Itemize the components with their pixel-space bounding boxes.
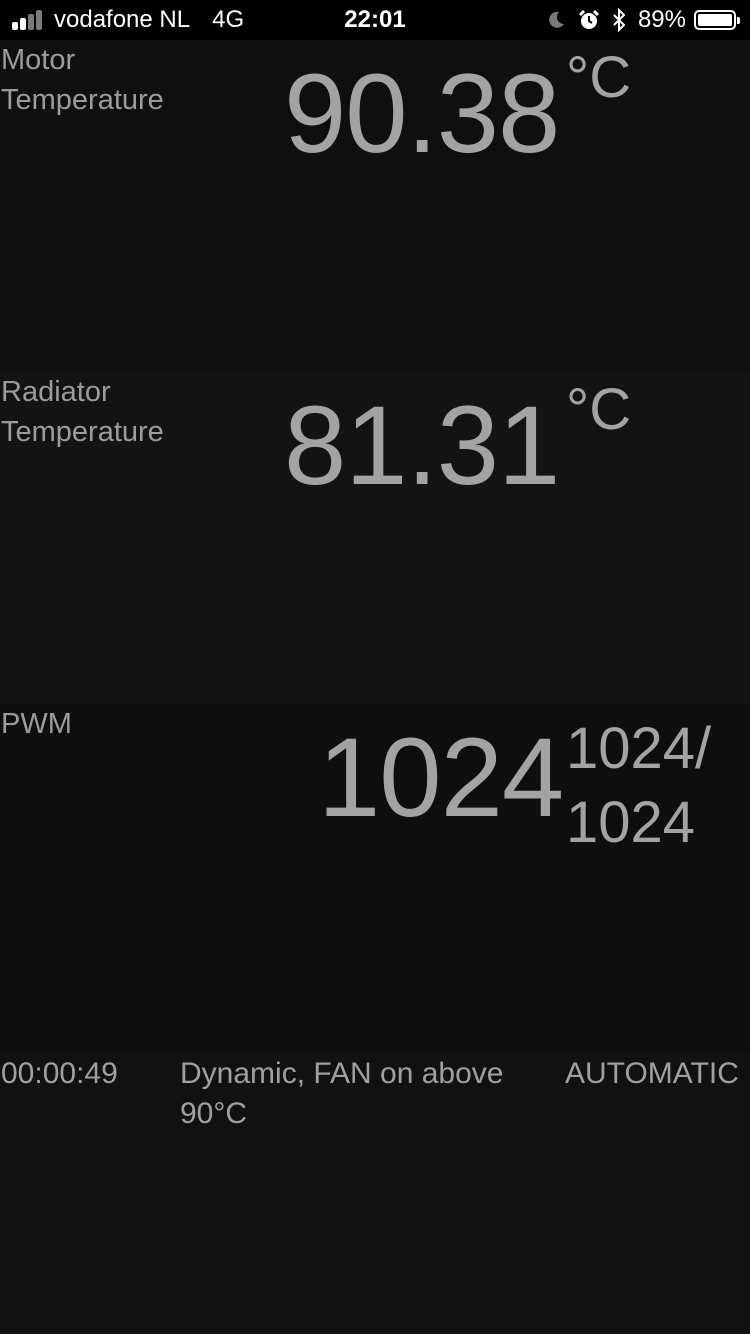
alarm-icon <box>578 9 600 31</box>
radiator-temperature-unit: °C <box>566 377 632 442</box>
motor-temperature-panel: Motor Temperature 90.38 °C <box>0 40 750 372</box>
pwm-label: PWM <box>1 708 72 740</box>
control-mode[interactable]: AUTOMATIC <box>565 1054 750 1094</box>
pwm-detail: 1024/ 1024 <box>566 716 712 855</box>
motor-temperature-label: Motor Temperature <box>1 44 164 116</box>
status-bar: vodafone NL 4G 22:01 89% <box>0 0 750 40</box>
elapsed-time: 00:00:49 <box>1 1057 118 1090</box>
status-bar-right: 89% <box>546 6 740 34</box>
motor-temperature-value: 90.38 <box>284 51 560 176</box>
status-footer: 00:00:49 Dynamic, FAN on above 90°C AUTO… <box>0 1054 750 1334</box>
moon-icon <box>546 10 566 30</box>
radiator-temperature-panel: Radiator Temperature 81.31 °C <box>0 372 750 704</box>
motor-temperature-unit: °C <box>566 45 632 110</box>
pwm-value: 1024 <box>318 715 564 840</box>
fan-mode-description: Dynamic, FAN on above 90°C <box>180 1057 504 1130</box>
battery-percentage: 89% <box>637 6 686 33</box>
pwm-panel: PWM 1024 1024/ 1024 <box>0 704 750 1054</box>
radiator-temperature-label: Radiator Temperature <box>1 376 164 448</box>
bluetooth-icon <box>612 8 626 32</box>
battery-icon <box>694 10 740 30</box>
radiator-temperature-value: 81.31 <box>284 383 560 508</box>
